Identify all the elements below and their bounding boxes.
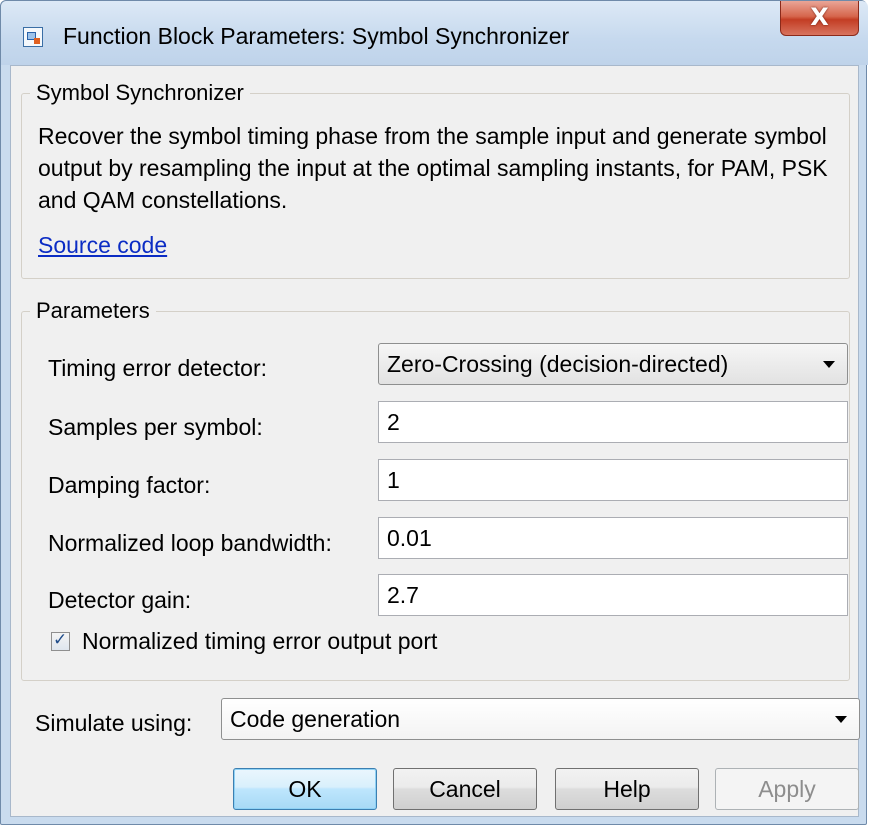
timing-error-detector-label: Timing error detector:: [48, 355, 267, 381]
ok-button[interactable]: OK: [233, 768, 377, 810]
damping-factor-field[interactable]: 1: [378, 459, 848, 501]
close-button[interactable]: X: [780, 1, 859, 36]
simulate-using-label: Simulate using:: [35, 710, 193, 736]
checkmark-icon: ✓: [53, 630, 68, 650]
parameters-group-title: Parameters: [30, 299, 156, 323]
help-button[interactable]: Help: [555, 768, 699, 810]
dialog-window: Function Block Parameters: Symbol Synchr…: [0, 0, 868, 825]
chevron-down-icon: [823, 361, 835, 368]
description-group-title: Symbol Synchronizer: [30, 81, 250, 105]
simulink-block-icon: [23, 27, 43, 47]
normalized-loop-bandwidth-field[interactable]: 0.01: [378, 517, 848, 559]
window-title: Function Block Parameters: Symbol Synchr…: [63, 23, 570, 49]
normalized-timing-error-checkbox[interactable]: ✓: [51, 630, 70, 651]
simulate-using-value: Code generation: [230, 706, 401, 732]
source-code-link[interactable]: Source code: [38, 232, 167, 259]
detector-gain-label: Detector gain:: [48, 587, 192, 613]
close-icon: X: [810, 3, 829, 31]
detector-gain-field[interactable]: 2.7: [378, 574, 848, 616]
samples-per-symbol-label: Samples per symbol:: [48, 414, 263, 440]
simulate-using-select[interactable]: Code generation: [221, 698, 860, 740]
block-description: Recover the symbol timing phase from the…: [38, 123, 828, 213]
cancel-button[interactable]: Cancel: [393, 768, 537, 810]
timing-error-detector-value: Zero-Crossing (decision-directed): [387, 351, 729, 377]
timing-error-detector-select[interactable]: Zero-Crossing (decision-directed): [378, 343, 848, 385]
apply-button[interactable]: Apply: [715, 768, 859, 810]
chevron-down-icon: [835, 716, 847, 723]
normalized-timing-error-label[interactable]: Normalized timing error output port: [82, 628, 437, 655]
title-bar[interactable]: Function Block Parameters: Symbol Synchr…: [1, 1, 868, 65]
samples-per-symbol-field[interactable]: 2: [378, 401, 848, 443]
normalized-loop-bandwidth-label: Normalized loop bandwidth:: [48, 530, 332, 556]
dialog-body: Symbol Synchronizer Recover the symbol t…: [10, 65, 860, 817]
damping-factor-label: Damping factor:: [48, 472, 211, 498]
